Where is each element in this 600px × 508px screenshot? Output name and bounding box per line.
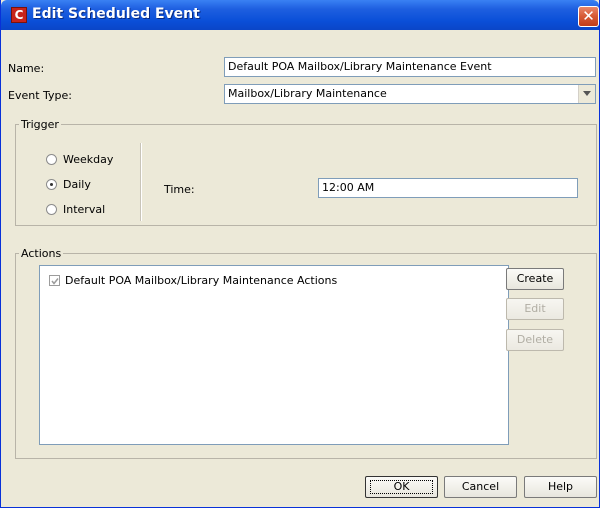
- actions-group-title: Actions: [19, 247, 64, 260]
- radio-daily-circle[interactable]: [46, 179, 57, 190]
- event-type-select[interactable]: Mailbox/Library Maintenance: [224, 84, 596, 104]
- radio-weekday-label: Weekday: [63, 153, 114, 166]
- action-checkbox[interactable]: [49, 275, 60, 286]
- trigger-group-title: Trigger: [19, 118, 61, 131]
- trigger-separator: [140, 143, 142, 221]
- ok-button[interactable]: OK: [365, 476, 438, 498]
- event-type-label: Event Type:: [8, 89, 72, 102]
- time-field[interactable]: 12:00 AM: [318, 178, 578, 198]
- create-button[interactable]: Create: [506, 268, 564, 290]
- title-bar[interactable]: C Edit Scheduled Event ✕: [1, 0, 599, 30]
- close-button[interactable]: ✕: [578, 6, 599, 27]
- name-field[interactable]: Default POA Mailbox/Library Maintenance …: [224, 57, 596, 77]
- radio-interval-circle[interactable]: [46, 204, 57, 215]
- action-item-label: Default POA Mailbox/Library Maintenance …: [65, 274, 338, 287]
- cancel-button[interactable]: Cancel: [444, 476, 517, 498]
- focus-rect: [370, 480, 433, 494]
- help-button[interactable]: Help: [524, 476, 597, 498]
- trigger-group: Trigger Weekday Daily Interval Time: 12:…: [15, 118, 597, 226]
- radio-interval-label: Interval: [63, 203, 106, 216]
- actions-group: Actions Default POA Mailbox/Library Main…: [15, 247, 597, 459]
- event-type-dropdown-button[interactable]: [578, 85, 595, 103]
- radio-daily-label: Daily: [63, 178, 91, 191]
- time-label: Time:: [164, 183, 195, 196]
- radio-weekday-circle[interactable]: [46, 154, 57, 165]
- event-type-value: Mailbox/Library Maintenance: [228, 87, 387, 100]
- chevron-down-icon: [583, 91, 591, 96]
- edit-button[interactable]: Edit: [506, 298, 564, 320]
- name-label: Name:: [8, 62, 45, 75]
- actions-list[interactable]: Default POA Mailbox/Library Maintenance …: [39, 265, 509, 445]
- edit-scheduled-event-dialog: C Edit Scheduled Event ✕ Name: Default P…: [0, 0, 600, 508]
- app-c-icon: C: [11, 7, 27, 23]
- window-title: Edit Scheduled Event: [32, 6, 200, 22]
- delete-button[interactable]: Delete: [506, 329, 564, 351]
- checkmark-icon: [51, 278, 59, 285]
